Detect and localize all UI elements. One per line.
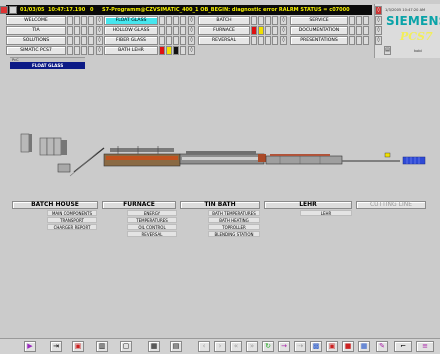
horn-icon[interactable]: ◊	[188, 26, 195, 35]
horn-icon[interactable]: ◊	[96, 36, 103, 45]
section-lehr[interactable]: LEHR	[264, 201, 352, 209]
alarm-horn-icon[interactable]	[0, 6, 8, 14]
horn-icon[interactable]: ◊	[96, 26, 103, 35]
refresh-icon[interactable]: ↻	[262, 341, 274, 352]
forward-icon[interactable]: »	[246, 341, 258, 352]
exit-icon[interactable]: ⇥	[50, 341, 62, 352]
key-icon[interactable]: ⌐	[394, 341, 412, 352]
menu-bath-heating[interactable]: BATH HEATING	[208, 217, 260, 223]
section-batch-house[interactable]: BATCH HOUSE	[12, 201, 98, 209]
horn-icon[interactable]: ◊	[96, 46, 103, 55]
horn-icon[interactable]: ◊	[188, 16, 195, 25]
horn-icon[interactable]: ◊	[188, 46, 195, 55]
nav-solutions[interactable]: SOLUTIONS	[6, 36, 66, 45]
system-datetime: 1/3/2005 10:47:20 AM	[385, 8, 426, 12]
stop-icon[interactable]: ■	[342, 341, 354, 352]
tin-bath-unit[interactable]	[179, 151, 266, 165]
printer-icon[interactable]: ▤	[384, 46, 391, 55]
window-icon[interactable]: ▢	[120, 341, 132, 352]
pen-icon[interactable]: ✎	[376, 341, 388, 352]
nav-reversal[interactable]: REVERSAL	[198, 36, 250, 45]
nav-welcome[interactable]: WELCOME	[6, 16, 66, 25]
float-glass-plant-diagram	[20, 133, 426, 177]
arrow-icon[interactable]: ⇢	[294, 341, 306, 352]
warning-marker[interactable]	[384, 152, 391, 158]
section-tin-bath[interactable]: TIN BATH	[180, 201, 260, 209]
window-icon[interactable]: ▤	[170, 341, 182, 352]
alarm-list-icon[interactable]: ▩	[310, 341, 322, 352]
menu-blending-station[interactable]: BLENDING STATION	[208, 231, 260, 237]
section-cutting-line[interactable]: CUTTING LINE	[356, 201, 426, 209]
alarm-message: S7-Programm@CZVSIMATIC_400_1 OB_BEGIN: d…	[102, 7, 350, 13]
horn-icon[interactable]: ◊	[375, 36, 382, 45]
horn-icon[interactable]: ◊	[280, 16, 287, 25]
nav-furnace[interactable]: FURNACE	[198, 26, 250, 35]
menu-oil-control[interactable]: OIL CONTROL	[127, 224, 177, 230]
alarm-horn-icon[interactable]: ◊	[375, 6, 382, 15]
siemens-logo: SIEMENS	[386, 14, 440, 28]
window-icon[interactable]: ▦	[148, 341, 160, 352]
menu-bath-temperatures[interactable]: BATH TEMPERATURES	[208, 210, 260, 216]
play-icon[interactable]: ▶	[24, 341, 36, 352]
horn-icon[interactable]: ◊	[188, 36, 195, 45]
menu-main-components[interactable]: MAIN COMPONENTS	[47, 210, 97, 216]
alarm-time: 10:47:17.190	[48, 7, 86, 13]
alarm-line[interactable]: 01/03/05 10:47:17.190 0 S7-Programm@CZVS…	[0, 5, 372, 15]
horn-icon[interactable]: ◊	[280, 36, 287, 45]
prev-icon[interactable]: ‹	[198, 341, 210, 352]
nav-tia[interactable]: TIA	[6, 26, 66, 35]
horn-icon[interactable]: ◊	[375, 26, 382, 35]
back-icon[interactable]: «	[230, 341, 242, 352]
login-user: kobi	[414, 48, 422, 53]
nav-service[interactable]: SERVICE	[290, 16, 348, 25]
help-icon[interactable]: ≡	[416, 341, 434, 352]
furnace-unit[interactable]	[103, 146, 181, 167]
overview-icon[interactable]: ▣	[72, 341, 84, 352]
trend-icon[interactable]: ▦	[358, 341, 370, 352]
nav-presentations[interactable]: PRESENTATIONS	[290, 36, 348, 45]
menu-charger-report[interactable]: CHARGER REPORT	[47, 224, 97, 230]
lehr-unit[interactable]	[265, 154, 343, 165]
arrow-right-icon[interactable]: →	[278, 341, 290, 352]
horn-icon[interactable]: ◊	[96, 16, 103, 25]
menu-toproller[interactable]: TOPROLLER	[208, 224, 260, 230]
nav-float-glass[interactable]: FLOAT GLASS	[104, 16, 158, 25]
nav-documentation[interactable]: DOCUMENTATION	[290, 26, 348, 35]
batch-silos[interactable]	[20, 133, 71, 173]
window-icon[interactable]: ▥	[96, 341, 108, 352]
cutting-line-unit[interactable]	[402, 156, 426, 165]
menu-energy[interactable]: ENERGY	[127, 210, 177, 216]
picture-tree-selected[interactable]: FLOAT GLASS	[10, 62, 85, 69]
alarm-number: 0	[90, 7, 94, 13]
nav-fiber-glass[interactable]: FIBER GLASS	[104, 36, 158, 45]
section-furnace[interactable]: FURNACE	[102, 201, 176, 209]
pcs7-logo: PCS7	[400, 30, 433, 43]
nav-batch[interactable]: BATCH	[198, 16, 250, 25]
menu-transport[interactable]: TRANSPORT	[47, 217, 97, 223]
nav-bath-lehr[interactable]: BATH LEHR	[104, 46, 158, 55]
horn-icon[interactable]: ◊	[280, 26, 287, 35]
menu-lehr[interactable]: LEHR	[300, 210, 352, 216]
nav-simatic-pcs7[interactable]: SIMATIC PCS7	[6, 46, 66, 55]
lock-icon[interactable]: ▣	[326, 341, 338, 352]
nav-hollow-glass[interactable]: HOLLOW GLASS	[104, 26, 158, 35]
menu-temperatures[interactable]: TEMPERATURES	[127, 217, 177, 223]
pcs7-screen: 01/03/05 10:47:17.190 0 S7-Programm@CZVS…	[0, 0, 440, 354]
horn-icon[interactable]: ◊	[375, 16, 382, 25]
next-icon[interactable]: ›	[214, 341, 226, 352]
menu-reversal[interactable]: REVERSAL	[127, 231, 177, 237]
alarm-date: 01/03/05	[20, 7, 45, 13]
acknowledge-icon[interactable]	[9, 6, 17, 14]
